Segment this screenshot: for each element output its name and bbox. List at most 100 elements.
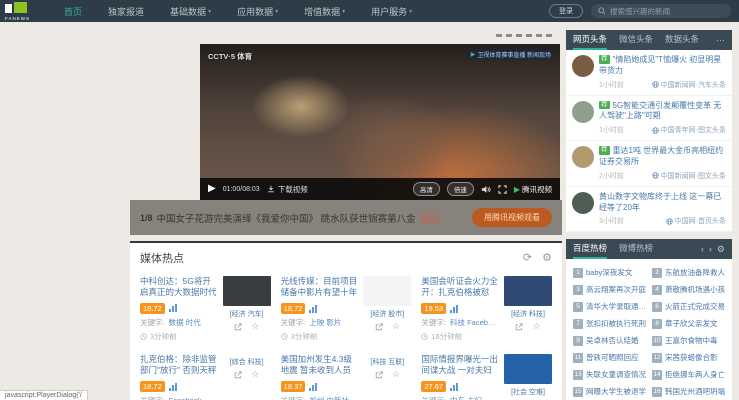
hot-search-tab[interactable]: 百度热榜 xyxy=(573,239,608,259)
hot-search-item[interactable]: 7 张扣扣被执行死刑 xyxy=(573,318,646,329)
carousel-dot[interactable] xyxy=(496,34,502,37)
hot-search-item[interactable]: 2 东航放油备降救人 xyxy=(652,267,725,278)
more-icon[interactable]: ··· xyxy=(716,35,725,45)
trend-chart-icon[interactable] xyxy=(450,382,459,391)
hot-search-tab[interactable]: 微博热榜 xyxy=(619,239,653,259)
nav-item[interactable]: 增值数据 ▾ xyxy=(304,5,345,18)
headlines-tab[interactable]: 数据头条 xyxy=(665,30,699,50)
carousel-dot[interactable] xyxy=(546,34,552,37)
search-input[interactable] xyxy=(610,6,724,16)
hot-search-item[interactable]: 6 火箭正式完成交易 xyxy=(652,301,725,312)
news-title-link[interactable]: 扎克伯格：除非监管部门"放行" 否则天秤币不会面世 xyxy=(140,354,218,377)
headline-source-link[interactable]: 中国新闻网·汽车头条 xyxy=(652,80,726,90)
prev-arrow-icon[interactable]: ‹ xyxy=(701,244,704,254)
carousel-dot[interactable] xyxy=(516,34,522,37)
speed-button[interactable]: 倍速 xyxy=(446,182,474,196)
category-tag[interactable]: 经济 科技 xyxy=(511,309,545,319)
hot-search-item[interactable]: 10 王嘉尔食物中毒 xyxy=(652,335,725,346)
share-icon[interactable] xyxy=(234,322,242,331)
hot-search-item[interactable]: 12 宋茜获蜡像合影 xyxy=(652,352,725,363)
news-title-link[interactable]: 国际情报界曝光一出间谍大战 一对夫妇被捕 xyxy=(421,354,499,377)
news-thumbnail[interactable] xyxy=(222,276,271,306)
play-button[interactable]: ▶ xyxy=(208,184,216,194)
chevron-down-icon: ▾ xyxy=(342,8,346,15)
headline-title-link[interactable]: 荐 "情陷她成见"T恤爆火 初显明星带货力 xyxy=(599,55,726,77)
settings-gear-icon[interactable]: ⚙ xyxy=(717,244,725,254)
site-logo[interactable]: FANEWS xyxy=(0,0,36,22)
hot-search-item[interactable]: 16 韩国光州酒吧坍塌 xyxy=(652,386,725,397)
carousel-dot[interactable] xyxy=(506,34,512,37)
category-tag[interactable]: 科技 互联 xyxy=(370,357,404,367)
news-title-link[interactable]: 美国加州发生4.3级地震 暂未收到人员伤亡报告 xyxy=(281,354,359,377)
headline-title-link[interactable]: 荐 5G智能交通引发颠覆性变革 无人驾驶"上路"可期 xyxy=(599,100,726,123)
share-icon[interactable] xyxy=(515,322,524,331)
favorite-star-icon[interactable]: ☆ xyxy=(392,322,400,331)
headlines-tab[interactable]: 网页头条 xyxy=(573,30,608,50)
category-tag[interactable]: 综合 科技 xyxy=(230,357,264,367)
favorite-star-icon[interactable]: ☆ xyxy=(392,370,400,379)
headlines-tab[interactable]: 微信头条 xyxy=(619,30,653,50)
trend-chart-icon[interactable] xyxy=(450,304,459,313)
nav-item[interactable]: 首页 xyxy=(64,5,82,18)
trend-chart-icon[interactable] xyxy=(168,304,177,313)
nav-item[interactable]: 应用数据 ▾ xyxy=(237,5,278,18)
news-card: 中科创达：5G将开启真正的大数据时代 18.72 关键字: 数据 时代 3分钟前 xyxy=(140,276,271,342)
favorite-star-icon[interactable]: ☆ xyxy=(532,322,540,331)
hot-search-item[interactable]: 8 章子欣父亲发文 xyxy=(652,318,725,329)
hot-search-item[interactable]: 9 吴卓林否认结婚 xyxy=(573,335,646,346)
trend-chart-icon[interactable] xyxy=(309,304,318,313)
news-card: 扎克伯格：除非监管部门"放行" 否则天秤币不会面世 18.72 关键字: Fac… xyxy=(140,354,271,400)
video-player[interactable]: CCTV·5 体育 ▶ 卫视体育赛事直播 新闻现场 ▶ 01:00/08:03 … xyxy=(200,44,560,200)
share-icon[interactable] xyxy=(375,322,383,331)
carousel-dot[interactable] xyxy=(536,34,542,37)
hot-search-item[interactable]: 13 失联女童调查情况 xyxy=(573,369,646,380)
headline-source-link[interactable]: 中国网·首页头条 xyxy=(666,216,726,226)
trend-chart-icon[interactable] xyxy=(168,382,177,391)
hot-search-item[interactable]: 14 拒绝挪车两人身亡 xyxy=(652,369,725,380)
tencent-video-logo[interactable]: ▶ 腾讯视频 xyxy=(514,184,552,195)
nav-item[interactable]: 用户服务 ▾ xyxy=(371,5,412,18)
share-icon[interactable] xyxy=(234,370,242,379)
favorite-star-icon[interactable]: ☆ xyxy=(251,370,259,379)
rank-badge: 10 xyxy=(652,335,662,346)
settings-gear-icon[interactable]: ⚙ xyxy=(542,252,552,264)
hot-search-item[interactable]: 1 baby深夜发文 xyxy=(573,267,646,278)
nav-item-label: 基础数据 xyxy=(170,6,207,17)
news-title-link[interactable]: 美国会听证会火力全开：扎克伯格被怼 谷歌躺枪 xyxy=(421,276,499,299)
carousel-headline[interactable]: 中国女子花游完美演绎《我爱你中国》 跳水队获世锦赛第八金 xyxy=(157,211,416,225)
headline-title-link[interactable]: 荐重达1吨 世界最大金币亮相纽约证券交易所 xyxy=(599,146,726,168)
nav-item[interactable]: 基础数据 ▾ xyxy=(170,5,211,18)
headline-source-link[interactable]: 中国青年网·图文头条 xyxy=(652,125,726,135)
rank-badge: 11 xyxy=(573,352,583,363)
hot-search-item[interactable]: 5 清华大学录取通知书 xyxy=(573,301,646,312)
open-in-tencent-video-button[interactable]: 用腾讯视频观看 xyxy=(472,208,552,227)
news-thumbnail[interactable] xyxy=(504,276,552,306)
hot-search-item[interactable]: 3 高云翔案再次开庭 xyxy=(573,284,646,295)
next-arrow-icon[interactable]: › xyxy=(709,244,712,254)
category-tag[interactable]: 经济 汽车 xyxy=(230,309,264,319)
share-icon[interactable] xyxy=(375,370,383,379)
category-tag[interactable]: 社会 空难 xyxy=(511,387,545,397)
news-title-link[interactable]: 光线传媒：目前项目储备中影片有望十年内上映 xyxy=(281,276,359,299)
volume-icon[interactable] xyxy=(481,185,491,194)
download-video-button[interactable]: 下载视频 xyxy=(267,184,308,195)
hot-search-item[interactable]: 15 网曝大学生被退学 xyxy=(573,386,646,397)
refresh-icon[interactable]: ⟳ xyxy=(523,252,532,264)
fullscreen-icon[interactable] xyxy=(498,184,507,194)
hot-search-item[interactable]: 11 曾轶可晒照回应 xyxy=(573,352,646,363)
search-box[interactable] xyxy=(591,4,731,18)
carousel-dot[interactable] xyxy=(526,34,532,37)
headline-source-link[interactable]: 中国新闻网·图文头条 xyxy=(652,171,726,181)
favorite-star-icon[interactable]: ☆ xyxy=(251,322,259,331)
quality-button[interactable]: 高清 xyxy=(412,182,440,196)
trend-chart-icon[interactable] xyxy=(309,382,318,391)
news-thumbnail[interactable] xyxy=(504,354,552,384)
news-title-link[interactable]: 中科创达：5G将开启真正的大数据时代 xyxy=(140,276,218,299)
login-button[interactable]: 登录 xyxy=(549,4,583,18)
headlines-list: 荐 "情陷她成见"T恤爆火 初显明星带货力 1小时前 中国新闻网·汽车头条 荐 5G… xyxy=(566,50,732,232)
nav-item[interactable]: 独家报道 xyxy=(108,5,144,18)
news-thumbnail[interactable] xyxy=(363,276,412,306)
headline-title-link[interactable]: 黄山数字文物库终于上线 这一幕已经等了20年 xyxy=(599,192,726,214)
hot-search-item[interactable]: 4 萧敬腾机场遇小孩 xyxy=(652,284,725,295)
category-tag[interactable]: 经济 股市 xyxy=(370,309,404,319)
